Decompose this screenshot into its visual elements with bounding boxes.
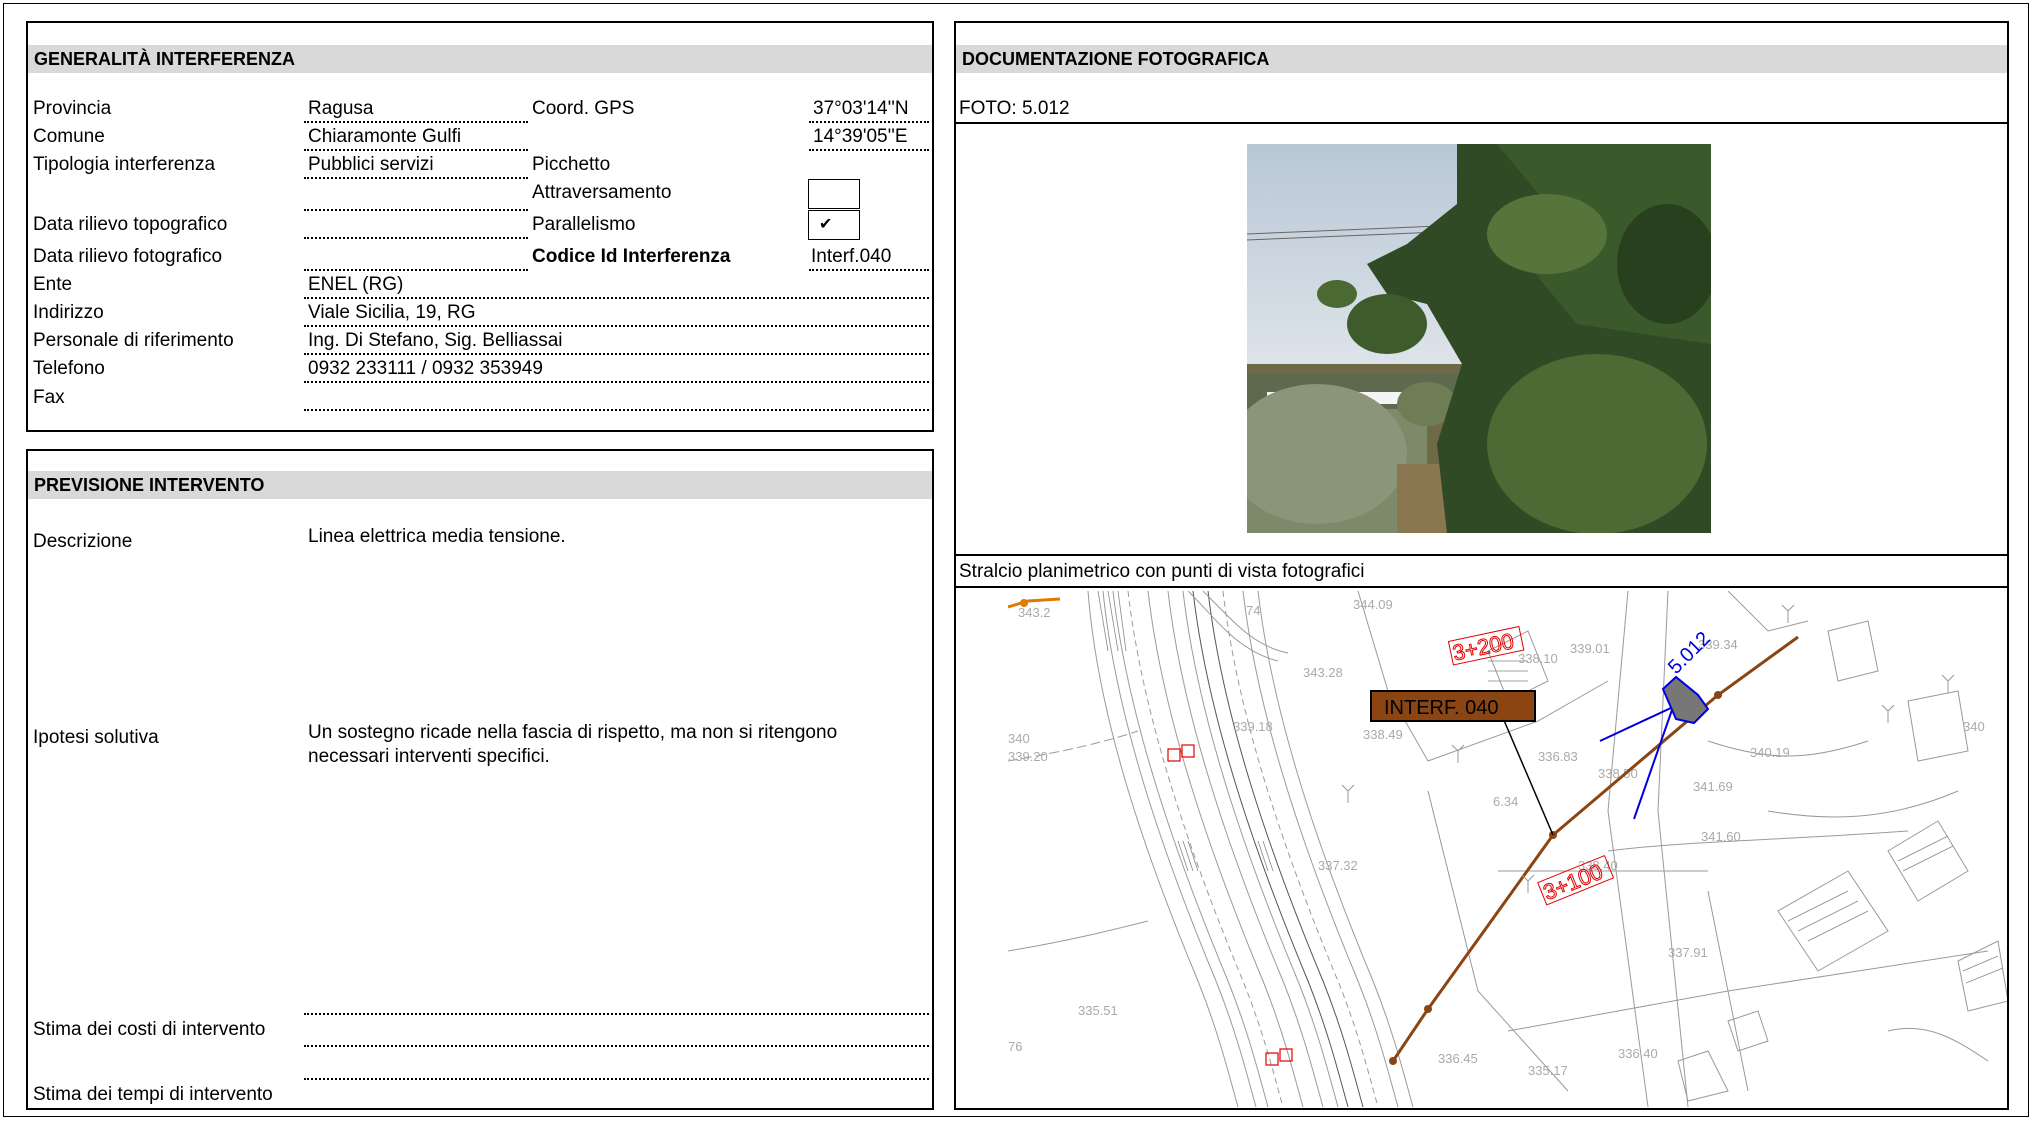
picchetto-label: Picchetto (532, 154, 611, 175)
elev-label-11: 336.83 (1538, 749, 1578, 764)
comune-value: Chiaramonte Gulfi (308, 126, 462, 147)
comune-label: Comune (33, 126, 105, 147)
elev-label-23: 341.69 (1693, 779, 1733, 794)
codice-line (809, 269, 929, 271)
elev-label-7: 339.20 (1008, 749, 1048, 764)
telefono-value: 0932 233111 / 0932 353949 (308, 358, 543, 379)
tipologia-line (304, 177, 528, 179)
elev-label-8: 338.10 (1518, 651, 1558, 666)
elev-label-2: 344.09 (1353, 597, 1393, 612)
elev-label-4: 339.18 (1233, 719, 1273, 734)
ente-label: Ente (33, 274, 73, 295)
coord-n-value: 37°03'14''N (813, 98, 909, 119)
check-icon: ✔ (819, 216, 833, 233)
elev-label-5: 338.49 (1363, 727, 1403, 742)
tempi-label: Stima dei tempi di intervento (33, 1084, 273, 1105)
ente-value: ENEL (RG) (308, 274, 404, 295)
indirizzo-value: Viale Sicilia, 19, RG (308, 302, 476, 323)
stralcio-label: Stralcio planimetrico con punti di vista… (959, 561, 1365, 582)
generalita-header: GENERALITÀ INTERFERENZA (28, 45, 932, 73)
tempi-line-top (304, 1078, 929, 1080)
data-topo-line (304, 237, 528, 239)
parallelismo-checkbox[interactable]: ✔ (808, 210, 860, 240)
costi-line (304, 1045, 929, 1047)
ente-line (304, 297, 929, 299)
attraversamento-checkbox[interactable] (808, 179, 860, 209)
site-map: 343.2 344.09 343.28 339.18 338.49 340 33… (1008, 591, 2007, 1107)
coord-e-value: 14°39'05''E (813, 126, 908, 147)
telefono-line (304, 381, 929, 383)
svg-text:3+200: 3+200 (1450, 628, 1516, 665)
costi-label: Stima dei costi di intervento (33, 1019, 266, 1040)
elev-label-17: 335.51 (1078, 1003, 1118, 1018)
ipotesi-label: Ipotesi solutiva (33, 727, 159, 748)
elev-label-20: 336.40 (1618, 1046, 1658, 1061)
tipologia-value: Pubblici servizi (308, 154, 434, 175)
blank-line-1 (304, 209, 528, 211)
ipotesi-line1: Un sostegno ricade nella fascia di rispe… (308, 722, 838, 743)
generalita-panel: GENERALITÀ INTERFERENZA Provincia Ragusa… (26, 21, 934, 432)
provincia-label: Provincia (33, 98, 112, 119)
fax-line (304, 409, 929, 411)
personale-label: Personale di riferimento (33, 330, 234, 351)
descrizione-label: Descrizione (33, 531, 133, 552)
descrizione-value: Linea elettrica media tensione. (308, 526, 566, 547)
elev-label-14: 337.32 (1318, 858, 1358, 873)
comune-line (304, 149, 528, 151)
elev-label-22: 6.34 (1493, 794, 1518, 809)
personale-line (304, 353, 929, 355)
provincia-value: Ragusa (308, 98, 374, 119)
divider-2 (956, 554, 2007, 556)
indirizzo-line (304, 325, 929, 327)
elev-label-24: 341.60 (1701, 829, 1741, 844)
attraversamento-label: Attraversamento (532, 182, 672, 203)
elev-label-6: 340 (1008, 731, 1030, 746)
indirizzo-label: Indirizzo (33, 302, 104, 323)
data-foto-line (304, 269, 528, 271)
chainage-3200: 3+200 (1447, 625, 1525, 666)
divider-1 (956, 122, 2007, 124)
elev-label-18: 336.45 (1438, 1051, 1478, 1066)
coord-e-line (809, 149, 929, 151)
telefono-label: Telefono (33, 358, 105, 379)
data-topo-label: Data rilievo topografico (33, 214, 228, 235)
elev-label-25: 74 (1246, 603, 1260, 618)
previsione-panel: PREVISIONE INTERVENTO Descrizione Linea … (26, 449, 934, 1110)
interf-tag-text: INTERF. 040 (1384, 697, 1498, 719)
parallelismo-label: Parallelismo (532, 214, 636, 235)
tipologia-label: Tipologia interferenza (33, 154, 216, 175)
previsione-header: PREVISIONE INTERVENTO (28, 471, 932, 499)
provincia-line (304, 121, 528, 123)
svg-text:3+100: 3+100 (1540, 859, 1607, 905)
costi-line-top (304, 1013, 929, 1015)
elev-label-21: 340 (1963, 719, 1985, 734)
elev-label-1: 343.2 (1018, 605, 1051, 620)
site-photo (1247, 144, 1711, 533)
elev-label-16: 337.91 (1668, 945, 1708, 960)
elev-label-9: 339.01 (1570, 641, 1610, 656)
elev-label-13: 340.19 (1750, 745, 1790, 760)
documentazione-panel: DOCUMENTAZIONE FOTOGRAFICA FOTO: 5.012 S… (954, 21, 2009, 1110)
personale-value: Ing. Di Stefano, Sig. Belliassai (308, 330, 563, 351)
foto-label: FOTO: 5.012 (959, 98, 1070, 119)
divider-3 (956, 586, 2007, 588)
codice-value: Interf.040 (811, 246, 892, 267)
elev-label-3: 343.28 (1303, 665, 1343, 680)
fax-label: Fax (33, 387, 65, 408)
elev-label-19: 335.17 (1528, 1063, 1568, 1078)
documentazione-header: DOCUMENTAZIONE FOTOGRAFICA (956, 45, 2007, 73)
codice-label: Codice Id Interferenza (532, 246, 731, 267)
ipotesi-line2: necessari interventi specifici. (308, 746, 550, 767)
coord-n-line (809, 121, 929, 123)
svg-text:5.012: 5.012 (1664, 628, 1715, 679)
data-foto-label: Data rilievo fotografico (33, 246, 223, 267)
elev-label-26: 76 (1008, 1039, 1022, 1054)
coord-label: Coord. GPS (532, 98, 635, 119)
